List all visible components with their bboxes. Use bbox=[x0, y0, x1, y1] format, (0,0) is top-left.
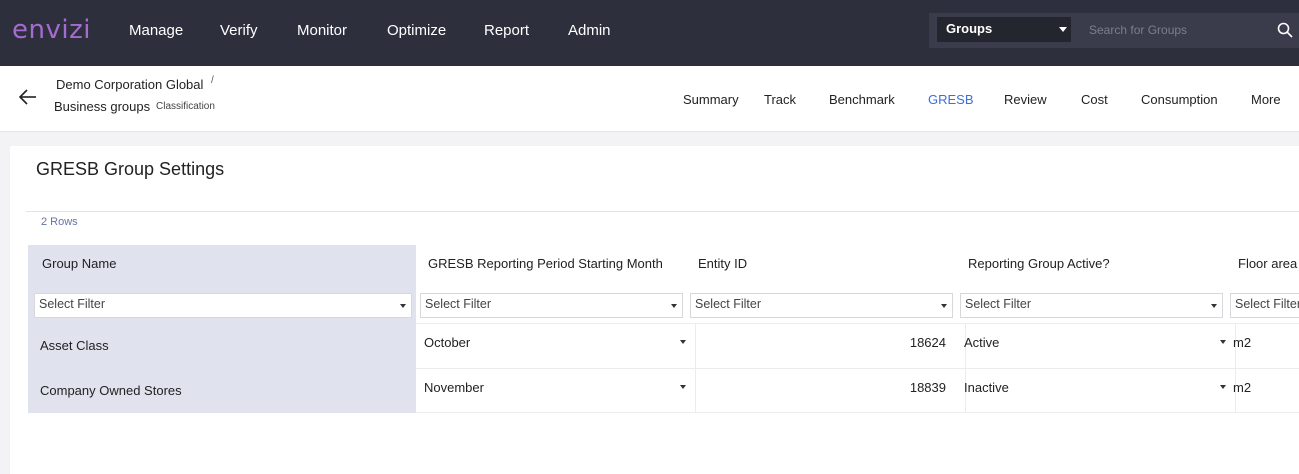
tab-consumption[interactable]: Consumption bbox=[1141, 92, 1218, 107]
chevron-down-icon bbox=[680, 385, 686, 389]
tab-cost[interactable]: Cost bbox=[1081, 92, 1108, 107]
tab-more[interactable]: More bbox=[1251, 92, 1281, 107]
top-navigation-bar: envizi Manage Verify Monitor Optimize Re… bbox=[0, 0, 1299, 66]
cell-group-name[interactable]: Company Owned Stores bbox=[40, 383, 182, 398]
cell-entity-id[interactable]: 18624 bbox=[698, 335, 946, 350]
tab-summary[interactable]: Summary bbox=[683, 92, 739, 107]
chevron-down-icon bbox=[1220, 340, 1226, 344]
cell-reporting-month[interactable]: October bbox=[424, 335, 686, 350]
filter-floor-area[interactable]: Select Filter bbox=[1230, 293, 1299, 318]
cell-month-value: October bbox=[424, 335, 471, 350]
filter-group-active[interactable]: Select Filter bbox=[960, 293, 1223, 318]
data-grid: Group Name GRESB Reporting Period Starti… bbox=[28, 245, 1299, 413]
chevron-down-icon bbox=[680, 340, 686, 344]
filter-placeholder: Select Filter bbox=[425, 297, 491, 311]
breadcrumb-root[interactable]: Demo Corporation Global bbox=[56, 77, 203, 92]
divider bbox=[416, 323, 1299, 324]
nav-manage[interactable]: Manage bbox=[129, 22, 183, 39]
tab-benchmark[interactable]: Benchmark bbox=[829, 92, 895, 107]
cell-reporting-month[interactable]: November bbox=[424, 380, 686, 395]
nav-verify[interactable]: Verify bbox=[220, 22, 258, 39]
filter-placeholder: Select Filter bbox=[695, 297, 761, 311]
envizi-logo[interactable]: envizi bbox=[12, 15, 91, 45]
cell-floor-area-unit[interactable]: m2 bbox=[1233, 335, 1251, 350]
cell-month-value: November bbox=[424, 380, 484, 395]
filter-placeholder: Select Filter bbox=[39, 297, 105, 311]
tab-gresb[interactable]: GRESB bbox=[928, 92, 974, 107]
divider bbox=[695, 324, 696, 412]
classification-tag: Classification bbox=[156, 101, 215, 112]
cell-entity-id[interactable]: 18839 bbox=[698, 380, 946, 395]
group-type-value: Groups bbox=[946, 21, 993, 36]
cell-active-value: Active bbox=[964, 335, 1000, 350]
row-count: 2 Rows bbox=[41, 216, 78, 228]
chevron-down-icon bbox=[1220, 385, 1226, 389]
filter-group-name[interactable]: Select Filter bbox=[34, 293, 412, 318]
nav-monitor[interactable]: Monitor bbox=[297, 22, 347, 39]
page-subheader: Demo Corporation Global / Business group… bbox=[0, 66, 1299, 132]
chevron-down-icon bbox=[1059, 27, 1067, 32]
breadcrumb-current: Business groups bbox=[54, 99, 151, 114]
breadcrumb-separator: / bbox=[211, 75, 214, 86]
cell-group-active[interactable]: Inactive bbox=[964, 380, 1226, 395]
divider bbox=[416, 368, 1299, 369]
back-arrow-icon[interactable] bbox=[18, 88, 38, 106]
nav-report[interactable]: Report bbox=[484, 22, 529, 39]
tab-review[interactable]: Review bbox=[1004, 92, 1047, 107]
column-header-group-active[interactable]: Reporting Group Active? bbox=[968, 245, 1110, 291]
page-title: GRESB Group Settings bbox=[36, 159, 225, 179]
filter-entity-id[interactable]: Select Filter bbox=[690, 293, 953, 318]
cell-group-name[interactable]: Asset Class bbox=[40, 338, 109, 353]
filter-placeholder: Select Filter bbox=[1235, 297, 1299, 311]
column-header-reporting-month[interactable]: GRESB Reporting Period Starting Month bbox=[428, 245, 663, 291]
chevron-down-icon bbox=[941, 304, 947, 308]
cell-active-value: Inactive bbox=[964, 380, 1009, 395]
divider bbox=[26, 211, 1299, 212]
gresb-settings-panel: GRESB Group Settings 2 Rows Group Name G… bbox=[10, 146, 1299, 474]
cell-floor-area-unit[interactable]: m2 bbox=[1233, 380, 1251, 395]
tab-track[interactable]: Track bbox=[764, 92, 796, 107]
chevron-down-icon bbox=[671, 304, 677, 308]
column-header-group-name[interactable]: Group Name bbox=[42, 245, 116, 291]
chevron-down-icon bbox=[400, 304, 406, 308]
filter-reporting-month[interactable]: Select Filter bbox=[420, 293, 683, 318]
filter-placeholder: Select Filter bbox=[965, 297, 1031, 311]
nav-optimize[interactable]: Optimize bbox=[387, 22, 446, 39]
search-icon[interactable] bbox=[1277, 22, 1293, 38]
cell-group-active[interactable]: Active bbox=[964, 335, 1226, 350]
chevron-down-icon bbox=[1211, 304, 1217, 308]
column-header-floor-area[interactable]: Floor area bbox=[1238, 245, 1297, 291]
group-type-select[interactable]: Groups bbox=[937, 17, 1071, 42]
nav-admin[interactable]: Admin bbox=[568, 22, 611, 39]
column-header-entity-id[interactable]: Entity ID bbox=[698, 245, 747, 291]
divider bbox=[416, 412, 1299, 413]
group-search-input[interactable] bbox=[1083, 17, 1273, 42]
